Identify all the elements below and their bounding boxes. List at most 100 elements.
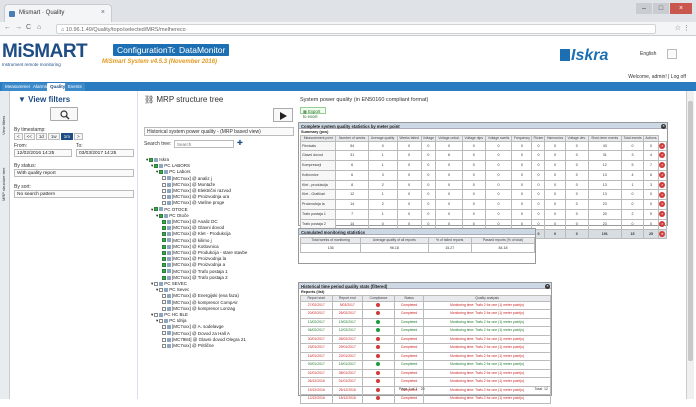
table-row[interactable]: 02/01/2017 08/01/2017 Completed Monitoring … — [300, 368, 551, 378]
tree-node[interactable]: [MC7xxx] @ kompresor CompAir — [161, 300, 238, 305]
tree-checkbox[interactable] — [162, 306, 166, 311]
home-icon[interactable]: ⌂ — [37, 24, 41, 31]
tree-checkbox[interactable] — [162, 331, 166, 336]
close-window-button[interactable]: × — [670, 3, 692, 14]
tree-node[interactable]: [MC7xxx] @ Proizvodnja ura — [161, 194, 229, 199]
tree-checkbox[interactable] — [159, 213, 164, 218]
tree-checkbox[interactable] — [159, 288, 164, 292]
report-analysis[interactable]: Monitoring time: Trafo 2 for one (1) met… — [423, 360, 551, 370]
delete-icon[interactable]: × — [659, 171, 666, 178]
function-select[interactable]: Historical system power quality - (MRP b… — [144, 127, 294, 136]
table-row[interactable]: 20/02/2017 26/02/2017 Completed Monitoring … — [300, 309, 551, 319]
tree-node[interactable]: ▾ PC Otoče — [156, 213, 189, 219]
report-analysis[interactable]: Monitoring time: Trafo 2 for one (1) met… — [423, 300, 551, 310]
tree-node[interactable]: ▾ PC SEVEC — [151, 281, 187, 287]
tree-checkbox[interactable] — [162, 250, 166, 255]
reports-pager[interactable]: Page 1 of 1 · 20 — [399, 387, 425, 391]
tree-checkbox[interactable] — [162, 257, 166, 261]
tree-checkbox[interactable] — [162, 269, 166, 274]
tree-node[interactable]: ▾ PC HC BLE — [151, 312, 188, 318]
meter-point-name[interactable]: Klet - Grafičari — [299, 189, 337, 201]
tree-expander-icon[interactable]: ▾ — [146, 157, 148, 162]
tree-node[interactable]: [MC7xxx] @ Proizvodnja la — [161, 256, 226, 261]
maximize-window-button[interactable]: □ — [653, 3, 669, 14]
tree-checkbox[interactable] — [162, 343, 166, 348]
tree-search-input[interactable]: Search — [174, 140, 234, 148]
tree-expander-icon[interactable]: ▾ — [151, 312, 153, 317]
delete-icon[interactable]: × — [659, 230, 666, 237]
export-excel-button[interactable]: ▦ Export to excel — [300, 107, 326, 119]
page-scrollbar[interactable] — [686, 91, 694, 399]
pager-button[interactable]: 1w — [47, 133, 60, 140]
pager-button[interactable]: 1d — [35, 133, 47, 140]
tree-expander-icon[interactable]: ▾ — [156, 287, 158, 292]
table-row[interactable]: 16/01/2017 22/01/2017 Completed Monitoring … — [300, 351, 551, 361]
tree-checkbox[interactable] — [162, 188, 166, 193]
tree-checkbox[interactable] — [149, 157, 154, 162]
tree-node[interactable]: [MC7xxx] @ A. sodelavge — [161, 324, 224, 329]
tree-checkbox[interactable] — [159, 319, 164, 323]
tree-expander-icon[interactable]: ▾ — [151, 281, 153, 286]
expand-tree-icon[interactable]: ✚ — [237, 140, 245, 148]
meter-point-name[interactable]: Trafo postaja 1 — [299, 209, 337, 220]
tree-checkbox[interactable] — [162, 300, 166, 305]
minimize-window-button[interactable]: – — [636, 3, 652, 14]
tree-checkbox[interactable] — [154, 164, 159, 168]
tree-node[interactable]: [MC7xxx] @ Proizvodnja a — [161, 262, 225, 267]
close-panel-icon[interactable]: × — [545, 283, 550, 289]
from-date-input[interactable]: 12/02/2016 14:25 — [14, 149, 72, 157]
close-tab-icon[interactable]: × — [101, 9, 105, 16]
data-monitor-button[interactable]: DataMonitor — [175, 44, 230, 56]
table-row[interactable]: 23/01/2017 29/01/2017 Completed Monitoring … — [300, 343, 551, 353]
tree-node[interactable]: [MC7xxx] @ Energijski (ena faza) — [161, 293, 239, 298]
tree-expander-icon[interactable]: ▾ — [156, 169, 158, 174]
table-row[interactable]: 26/12/2016 01/01/2017 Completed Monitoring … — [300, 377, 551, 387]
report-analysis[interactable]: Monitoring time: Trafo 2 for one (1) met… — [423, 334, 551, 344]
tree-expander-icon[interactable]: ▾ — [156, 213, 158, 218]
tree-expander-icon[interactable]: ▾ — [156, 318, 158, 323]
tree-node[interactable]: [MC7xxx] @ Varilne proge — [161, 200, 224, 205]
report-analysis[interactable]: Monitoring time: Trafo 2 for one (1) met… — [423, 385, 551, 395]
report-analysis[interactable]: Monitoring time: Trafo 2 for one (1) met… — [423, 326, 551, 336]
tree-checkbox[interactable] — [159, 170, 164, 175]
tree-checkbox[interactable] — [162, 275, 166, 280]
delete-icon[interactable]: × — [659, 152, 666, 159]
delete-icon[interactable]: × — [659, 162, 666, 169]
report-analysis[interactable]: Monitoring time: Trafo 2 for one (1) met… — [423, 351, 551, 361]
report-analysis[interactable]: Monitoring time: Trafo 2 for one (1) met… — [423, 394, 551, 404]
tree-checkbox[interactable] — [162, 176, 166, 181]
close-panel-icon[interactable]: × — [661, 123, 666, 129]
scrollbar-thumb[interactable] — [688, 101, 693, 361]
tree-node[interactable]: [MC7xxx] @ Kotlovnica — [161, 244, 219, 249]
tab-events[interactable]: Events — [65, 83, 85, 91]
delete-icon[interactable]: × — [659, 211, 666, 218]
tree-node[interactable]: [MC7xxx] @ Montaže — [161, 182, 215, 187]
tree-node[interactable]: [MC7xxx] @ analiz j — [161, 176, 212, 181]
tree-node[interactable]: ▾ PC Sevec — [156, 287, 189, 293]
table-row[interactable]: 12/12/2016 18/12/2016 Completed Monitoring … — [300, 394, 551, 404]
sidebar-item-mrp-tree[interactable]: MRP structure tree — [1, 141, 9, 202]
meter-point-name[interactable]: Proizvodnja la — [299, 199, 337, 211]
tree-checkbox[interactable] — [154, 281, 159, 286]
tree-node[interactable]: [MC7xxx] @ Pritlične — [161, 343, 214, 348]
delete-icon[interactable]: × — [659, 191, 666, 198]
back-icon[interactable]: ← — [4, 24, 11, 31]
table-row[interactable]: 06/02/2017 12/02/2017 Completed Monitoring … — [300, 326, 551, 336]
pager-button[interactable]: > — [73, 133, 83, 140]
tree-expander-icon[interactable]: ▾ — [151, 207, 153, 212]
pager-button-selected[interactable]: 1m — [60, 133, 73, 140]
run-button[interactable] — [273, 108, 293, 122]
to-date-input[interactable]: 03/03/2017 14:25 — [76, 149, 134, 157]
tree-node[interactable]: [MC7984] @ Glavni dovod Olegra 21 — [161, 337, 246, 342]
filter-search-button[interactable] — [50, 107, 78, 121]
sort-select[interactable]: No search pattern — [14, 190, 134, 198]
tree-checkbox[interactable] — [162, 201, 166, 206]
sidebar-item-view-filters[interactable]: View filters — [1, 95, 9, 135]
tree-checkbox[interactable] — [162, 195, 166, 199]
table-row[interactable]: 30/01/2017 05/02/2017 Completed Monitoring … — [300, 334, 551, 344]
address-input[interactable]: ⌂ 10.96.1.49/Quality/topo/selected/MRS/m… — [56, 24, 656, 34]
welcome-text[interactable]: Welcome, admin! | Log off — [628, 74, 686, 80]
meter-point-name[interactable]: Klet - produkcija — [299, 179, 337, 191]
report-analysis[interactable]: Monitoring time: Trafo 2 for one (1) met… — [423, 343, 551, 353]
delete-icon[interactable]: × — [659, 220, 666, 227]
